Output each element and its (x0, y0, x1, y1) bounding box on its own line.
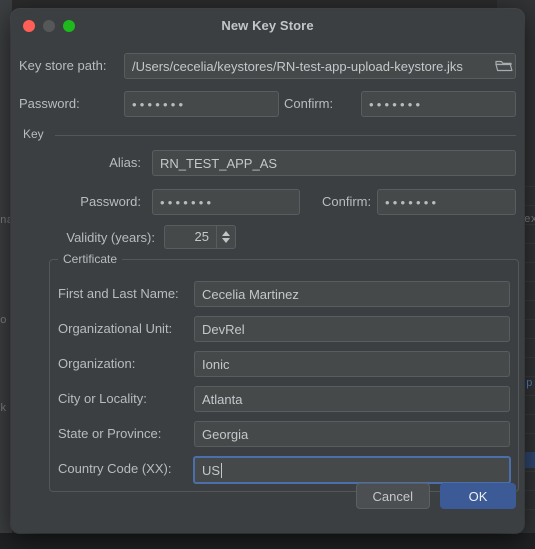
certificate-field-input[interactable]: DevRel (194, 316, 510, 342)
key-group: Key Alias: RN_TEST_APP_AS Password: ••••… (19, 127, 516, 249)
backdrop-fragment: o (0, 315, 7, 327)
keystore-path-input[interactable]: /Users/cecelia/keystores/RN-test-app-upl… (124, 53, 516, 79)
validity-value[interactable]: 25 (164, 225, 216, 249)
certificate-field-value: US (202, 462, 221, 478)
keystore-password-row: Password: ••••••• Confirm: ••••••• (11, 91, 524, 117)
certificate-group: Certificate First and Last Name: Cecelia … (49, 252, 519, 492)
key-alias-label: Alias: (109, 155, 141, 170)
key-confirm-value: ••••••• (385, 194, 440, 210)
keystore-confirm-value: ••••••• (369, 96, 424, 112)
text-caret (221, 462, 223, 478)
certificate-group-title: Certificate (58, 252, 123, 266)
backdrop-fragment: ex (524, 214, 535, 226)
certificate-row: City or Locality: Atlanta (50, 386, 518, 412)
key-password-value: ••••••• (160, 194, 215, 210)
keystore-confirm-label: Confirm: (284, 96, 334, 111)
certificate-row: First and Last Name: Cecelia Martinez (50, 281, 518, 307)
folder-icon[interactable] (495, 59, 513, 73)
keystore-password-label: Password: (19, 96, 80, 111)
key-confirm-label: Confirm: (322, 194, 372, 209)
certificate-field-input[interactable]: US (193, 456, 511, 484)
keystore-path-value: /Users/cecelia/keystores/RN-test-app-upl… (132, 58, 463, 74)
key-alias-input[interactable]: RN_TEST_APP_AS (152, 150, 516, 176)
backdrop-fragment: k (0, 403, 7, 415)
key-alias-value: RN_TEST_APP_AS (160, 155, 278, 171)
certificate-field-value: DevRel (202, 321, 245, 337)
validity-spinner-arrows[interactable] (216, 225, 236, 249)
certificate-row: Organizational Unit: DevRel (50, 316, 518, 342)
cancel-button[interactable]: Cancel (355, 483, 430, 509)
key-password-label: Password: (80, 194, 141, 209)
ok-button[interactable]: OK (440, 483, 516, 509)
certificate-field-input[interactable]: Georgia (194, 421, 510, 447)
certificate-field-value: Georgia (202, 426, 249, 442)
certificate-field-value: Cecelia Martinez (202, 286, 299, 302)
key-group-title: Key (23, 127, 50, 141)
certificate-field-input[interactable]: Atlanta (194, 386, 510, 412)
certificate-field-input[interactable]: Cecelia Martinez (194, 281, 510, 307)
keystore-path-label: Key store path: (19, 58, 107, 73)
certificate-field-value: Atlanta (202, 391, 243, 407)
dialog-titlebar: New Key Store (11, 9, 524, 43)
keystore-path-row: Key store path: /Users/cecelia/keystores… (11, 53, 524, 79)
keystore-password-input[interactable]: ••••••• (124, 91, 279, 117)
validity-label: Validity (years): (66, 230, 155, 245)
certificate-row: Organization: Ionic (50, 351, 518, 377)
certificate-field-label: Country Code (XX): (58, 461, 172, 476)
certificate-field-label: State or Province: (58, 426, 162, 441)
backdrop-bottom-bar (0, 533, 535, 549)
certificate-field-label: City or Locality: (58, 391, 147, 406)
certificate-field-input[interactable]: Ionic (194, 351, 510, 377)
certificate-field-label: First and Last Name: (58, 286, 179, 301)
dialog-button-bar: Cancel OK (355, 483, 516, 509)
certificate-row: Country Code (XX): US (50, 456, 518, 484)
backdrop-fragment: p (526, 378, 533, 390)
dialog-title: New Key Store (221, 18, 314, 33)
key-password-input[interactable]: ••••••• (152, 189, 300, 215)
certificate-field-label: Organizational Unit: (58, 321, 173, 336)
keystore-confirm-input[interactable]: ••••••• (361, 91, 516, 117)
keystore-password-value: ••••••• (132, 96, 187, 112)
new-key-store-dialog: New Key Store Key store path: /Users/cec… (11, 9, 524, 533)
certificate-field-value: Ionic (202, 356, 230, 372)
validity-stepper[interactable]: 25 (164, 225, 236, 249)
certificate-row: State or Province: Georgia (50, 421, 518, 447)
chevron-up-icon[interactable] (222, 231, 230, 236)
certificate-field-label: Organization: (58, 356, 136, 371)
chevron-down-icon[interactable] (222, 238, 230, 243)
key-confirm-input[interactable]: ••••••• (377, 189, 516, 215)
key-group-rule (55, 135, 516, 136)
